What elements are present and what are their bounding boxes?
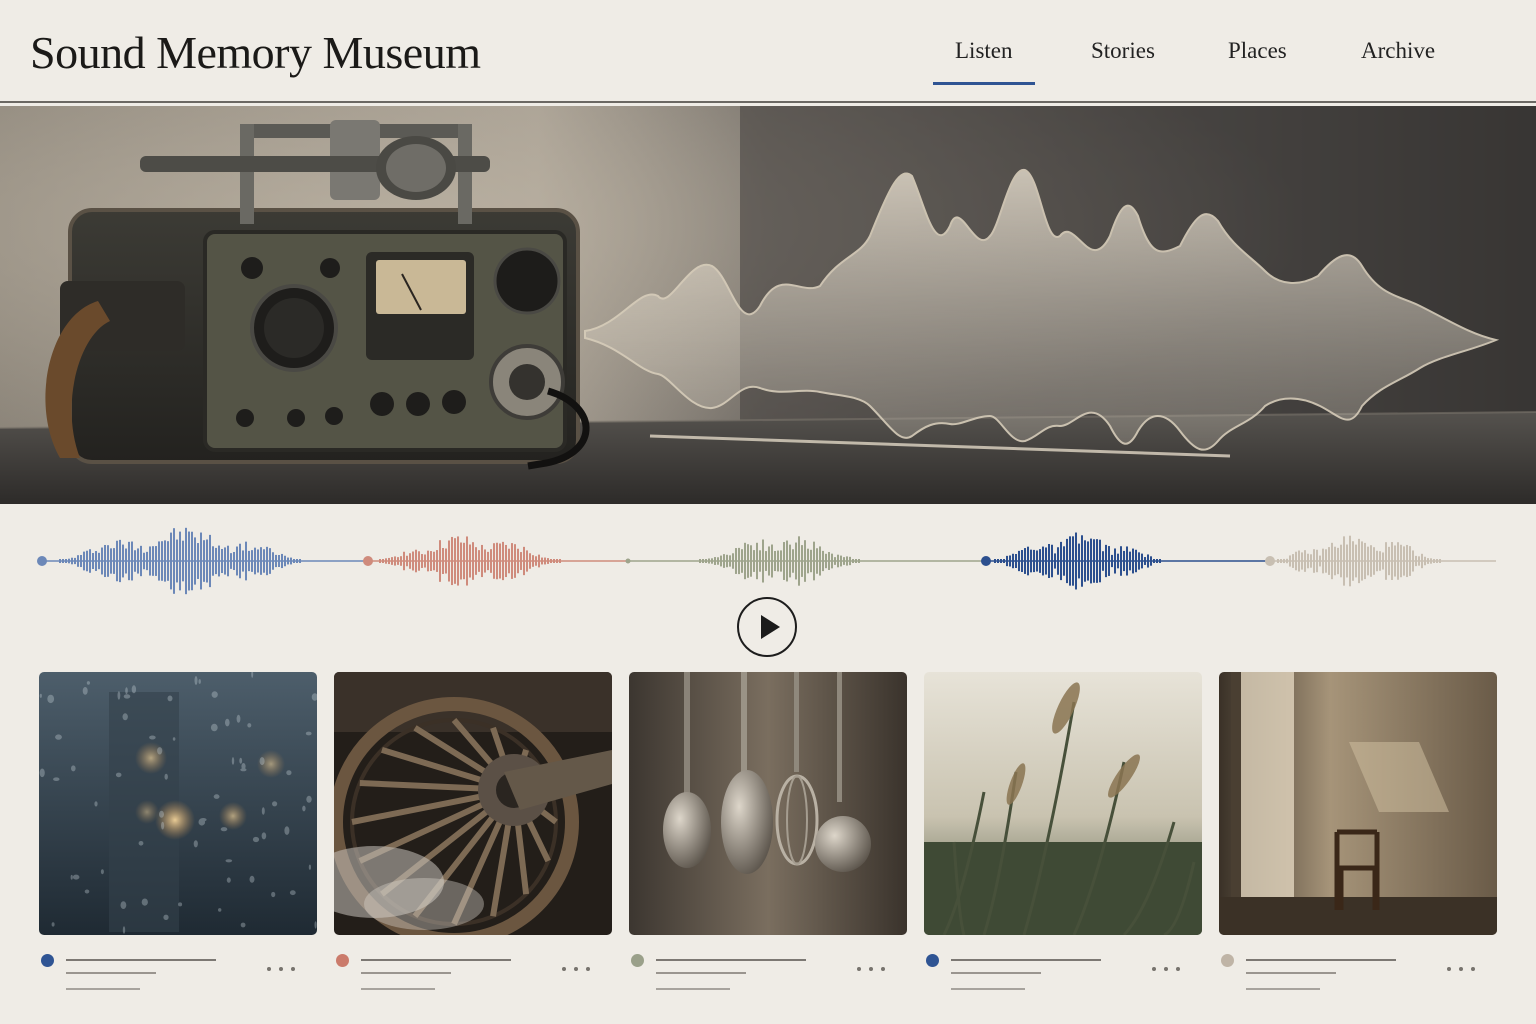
hero-illustration <box>0 106 1536 504</box>
placeholder-line <box>656 988 730 990</box>
more-options-icon[interactable] <box>1152 964 1186 974</box>
hero-image <box>0 106 1536 504</box>
placeholder-line <box>951 959 1101 961</box>
waveform-marker <box>1265 556 1275 566</box>
hanging-kitchen-utensils-image[interactable] <box>629 672 907 935</box>
placeholder-line <box>1246 988 1320 990</box>
placeholder-line <box>361 959 511 961</box>
rain-on-window-image[interactable] <box>39 672 317 935</box>
category-dot <box>1221 954 1234 967</box>
play-icon <box>761 615 780 639</box>
placeholder-line <box>656 972 746 974</box>
nav-item-listen[interactable]: Listen <box>933 38 1034 85</box>
category-dot <box>926 954 939 967</box>
more-options-icon[interactable] <box>562 964 596 974</box>
placeholder-line <box>361 988 435 990</box>
site-header: Sound Memory Museum Listen Stories Place… <box>0 0 1536 103</box>
placeholder-line <box>1246 972 1336 974</box>
nav-item-archive[interactable]: Archive <box>1361 38 1435 64</box>
placeholder-line <box>951 972 1041 974</box>
waveform-marker <box>37 556 47 566</box>
sound-waveform-timeline[interactable] <box>0 515 1536 607</box>
sound-card[interactable] <box>334 672 612 1002</box>
sound-card[interactable] <box>629 672 907 1002</box>
category-dot <box>41 954 54 967</box>
category-dot <box>631 954 644 967</box>
waveform-marker <box>981 556 991 566</box>
waveform-graphic[interactable] <box>0 515 1536 607</box>
play-button[interactable] <box>737 597 797 657</box>
header-divider <box>0 101 1536 103</box>
more-options-icon[interactable] <box>857 964 891 974</box>
steam-train-wheel-image[interactable] <box>334 672 612 935</box>
empty-room-with-chair-image[interactable] <box>1219 672 1497 935</box>
placeholder-line <box>951 988 1025 990</box>
category-dot <box>336 954 349 967</box>
sound-card[interactable] <box>39 672 317 1002</box>
placeholder-line <box>361 972 451 974</box>
nav-item-stories[interactable]: Stories <box>1091 38 1155 64</box>
more-options-icon[interactable] <box>1447 964 1481 974</box>
sound-card[interactable] <box>924 672 1202 1002</box>
placeholder-line <box>1246 959 1396 961</box>
nav-item-places[interactable]: Places <box>1228 38 1287 64</box>
sound-card[interactable] <box>1219 672 1497 1002</box>
placeholder-line <box>66 972 156 974</box>
more-options-icon[interactable] <box>267 964 301 974</box>
waveform-marker <box>625 558 631 564</box>
placeholder-line <box>66 988 140 990</box>
waveform-marker <box>363 556 373 566</box>
placeholder-line <box>656 959 806 961</box>
main-nav: Listen Stories Places Archive <box>0 38 1536 88</box>
reeds-in-wind-image[interactable] <box>924 672 1202 935</box>
placeholder-line <box>66 959 216 961</box>
